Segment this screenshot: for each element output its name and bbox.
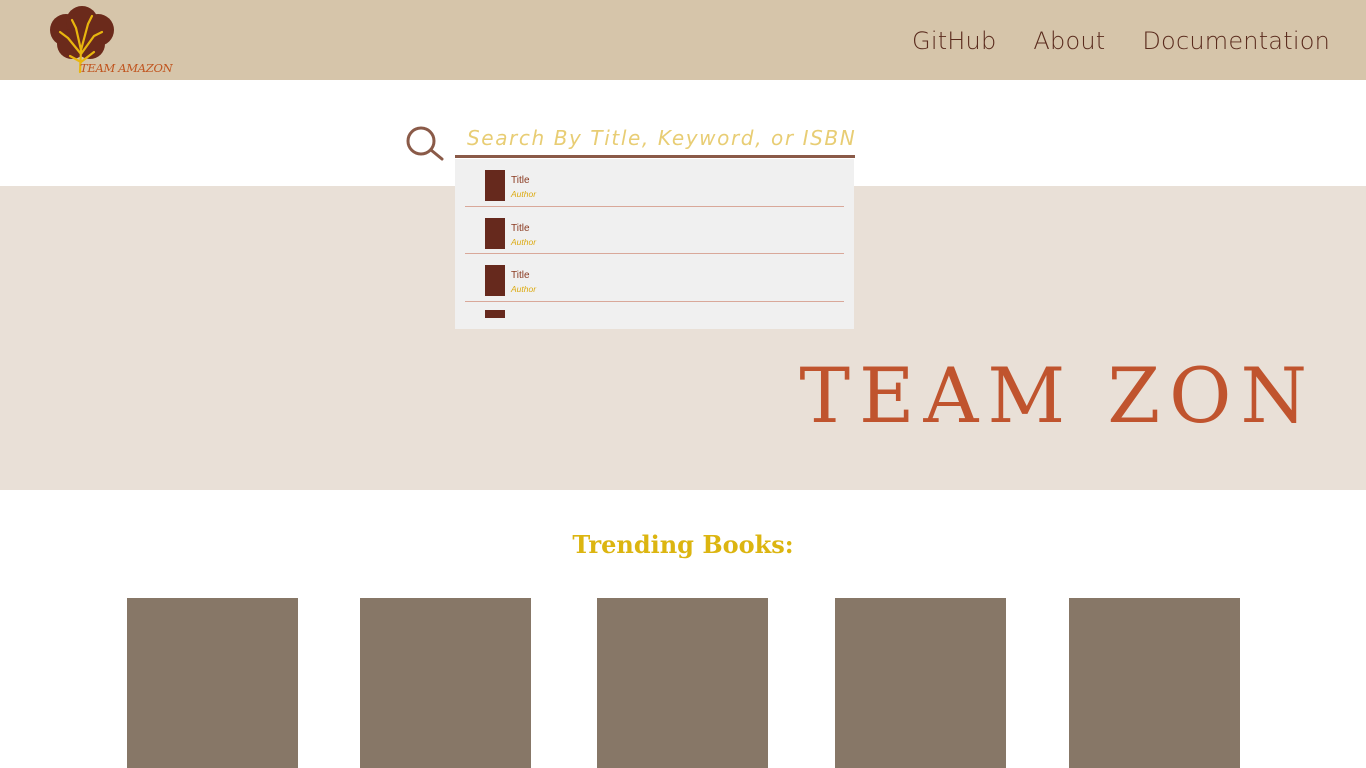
- search-result-item[interactable]: Title Author: [465, 254, 844, 302]
- logo[interactable]: TEAM AMAZON: [44, 6, 184, 76]
- trending-book-card[interactable]: [1069, 598, 1240, 768]
- search-results-dropdown[interactable]: Title Author Title Author Title Author: [455, 159, 854, 329]
- logo-text: TEAM AMAZON: [80, 61, 173, 75]
- trending-book-card[interactable]: [360, 598, 531, 768]
- result-title: Title: [511, 222, 530, 234]
- search-result-item[interactable]: Title Author: [465, 159, 844, 207]
- book-cover-thumbnail: [485, 170, 505, 201]
- search-result-item[interactable]: Title Author: [465, 207, 844, 254]
- result-author: Author: [511, 189, 537, 199]
- result-title: Title: [511, 270, 530, 281]
- nav-link-documentation[interactable]: Documentation: [1142, 27, 1330, 55]
- hero-title: TEAM ZON: [799, 351, 1316, 440]
- search-result-item[interactable]: [465, 302, 844, 330]
- trending-book-card[interactable]: [127, 598, 298, 768]
- trending-book-card[interactable]: [835, 598, 1006, 768]
- result-author: Author: [511, 284, 537, 294]
- book-cover-thumbnail: [485, 217, 505, 249]
- nav-link-github[interactable]: GitHub: [912, 27, 996, 55]
- main-nav: GitHub About Documentation: [912, 27, 1330, 55]
- top-header: TEAM AMAZON GitHub About Documentation: [0, 0, 1366, 80]
- trending-heading: Trending Books:: [572, 530, 794, 559]
- search-icon[interactable]: [405, 125, 445, 161]
- result-author: Author: [511, 236, 537, 247]
- book-cover-thumbnail: [485, 265, 505, 296]
- trending-book-card[interactable]: [597, 598, 768, 768]
- search-input[interactable]: [455, 121, 855, 158]
- nav-link-about[interactable]: About: [1033, 27, 1105, 55]
- result-title: Title: [511, 175, 530, 186]
- book-cover-thumbnail: [485, 309, 505, 318]
